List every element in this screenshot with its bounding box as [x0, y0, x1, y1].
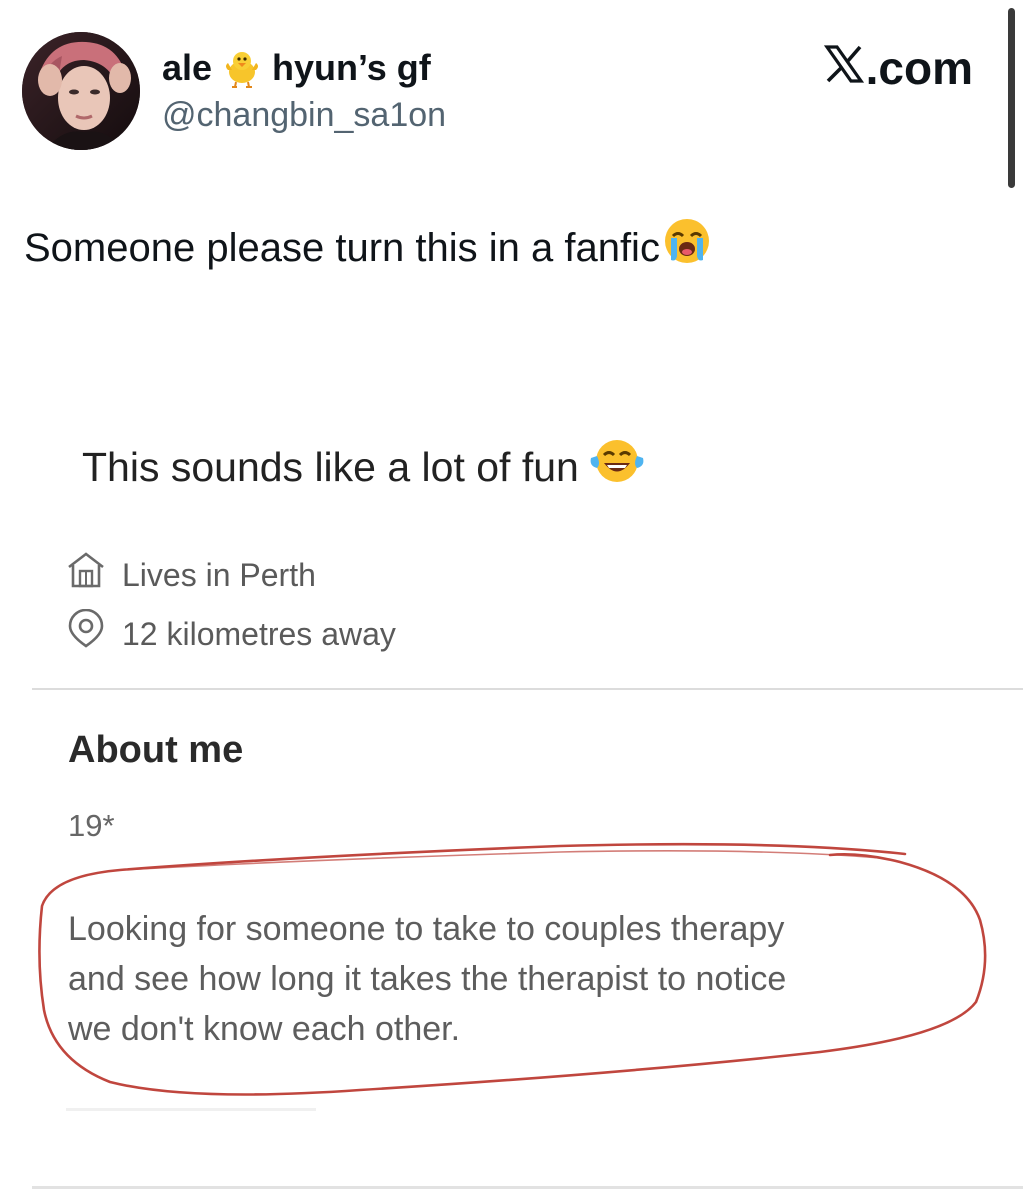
scrollbar[interactable] [1008, 8, 1015, 188]
tweet-text: Someone please turn this in a fanfic [24, 216, 712, 280]
author-name-part2: hyun’s gf [272, 47, 431, 88]
face-with-tears-of-joy-icon [589, 436, 645, 498]
home-icon [66, 551, 106, 598]
distance-row: 12 kilometres away [66, 608, 396, 658]
bio-text: Looking for someone to take to couples t… [68, 904, 786, 1054]
bio-line: Looking for someone to take to couples t… [68, 910, 785, 948]
baby-chick-icon [222, 48, 262, 98]
source-label[interactable]: .com [823, 40, 973, 96]
author-display-name[interactable]: ale hyun’s gf [162, 46, 431, 98]
age-text: 19* [68, 808, 115, 843]
distance-text: 12 kilometres away [122, 615, 396, 652]
author-handle[interactable]: @changbin_sa1on [162, 94, 446, 136]
author-name-part1: ale [162, 47, 213, 88]
location-text: Lives in Perth [122, 556, 316, 593]
avatar[interactable] [22, 32, 140, 150]
loudly-crying-face-icon [662, 216, 712, 280]
about-me-heading: About me [68, 729, 244, 771]
location-pin-icon [66, 608, 106, 658]
faded-placeholder-line [66, 1108, 316, 1111]
embedded-heading-text: This sounds like a lot of fun [82, 444, 579, 490]
bottom-divider [32, 1186, 1023, 1189]
tweet-body: Someone please turn this in a fanfic [24, 226, 660, 270]
location-row: Lives in Perth [66, 551, 316, 598]
x-logo-icon [823, 40, 864, 96]
bio-line: and see how long it takes the therapist … [68, 960, 787, 998]
bio-line: we don't know each other. [68, 1010, 461, 1048]
embedded-heading: This sounds like a lot of fun [82, 436, 645, 498]
section-divider [32, 688, 1023, 690]
avatar-photo [22, 32, 140, 150]
source-domain-text: .com [865, 42, 973, 94]
